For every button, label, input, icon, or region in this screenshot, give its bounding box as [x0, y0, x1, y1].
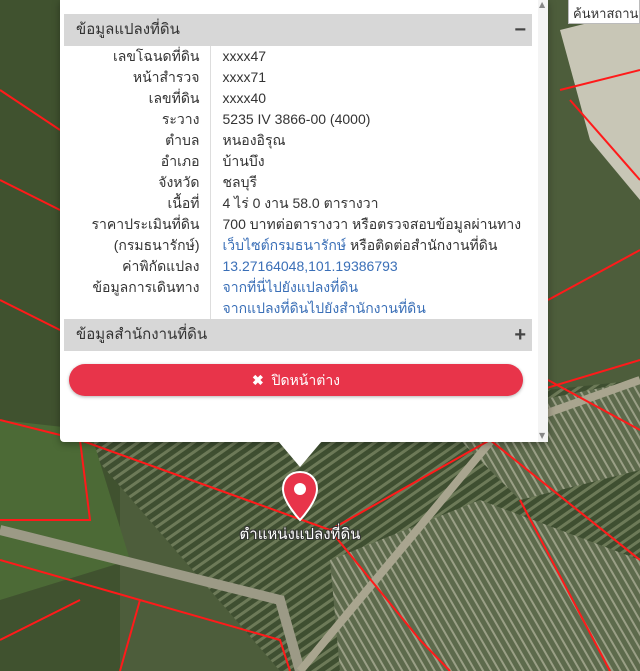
table-row: หน้าสำรวจ xxxx71 [64, 67, 532, 88]
table-row: จากแปลงที่ดินไปยังสำนักงานที่ดิน [64, 298, 532, 319]
location-pin-icon[interactable] [278, 470, 322, 522]
close-window-button[interactable]: ✖ ปิดหน้าต่าง [69, 364, 523, 396]
table-row: เลขโฉนดที่ดิน xxxx47 [64, 46, 532, 67]
close-icon: ✖ [251, 372, 264, 388]
expand-icon[interactable]: + [514, 319, 526, 351]
land-office-section-header[interactable]: ข้อมูลสำนักงานที่ดิน + [64, 319, 532, 351]
table-row: ตำบล หนองอิรุณ [64, 130, 532, 151]
row-value: บ้านบึง [222, 153, 265, 169]
row-label: เลขโฉนดที่ดิน [64, 46, 211, 67]
table-row: เลขที่ดิน xxxx40 [64, 88, 532, 109]
table-row: ระวาง 5235 IV 3866-00 (4000) [64, 109, 532, 130]
table-row: จังหวัด ชลบุรี [64, 172, 532, 193]
directions-to-parcel-link[interactable]: จากที่นี่ไปยังแปลงที่ดิน [210, 277, 532, 298]
table-row: ราคาประเมินที่ดิน 700 บาทต่อตารางวา หรือต… [64, 214, 532, 235]
search-input[interactable]: ค้นหาสถานที่ [568, 0, 640, 24]
table-row: (กรมธนารักษ์) เว็บไซต์กรมธนารักษ์ หรือติด… [64, 235, 532, 256]
row-label: ตำบล [64, 130, 211, 151]
dept-label: (กรมธนารักษ์) [64, 235, 211, 256]
land-info-section-title: ข้อมูลแปลงที่ดิน [76, 21, 180, 38]
land-info-table: เลขโฉนดที่ดิน xxxx47 หน้าสำรวจ xxxx71 เลขท… [64, 46, 532, 319]
parcel-info-popup: ข้อมูลแปลงที่ดิน − เลขโฉนดที่ดิน xxxx47 ห… [60, 0, 548, 442]
land-office-section-title: ข้อมูลสำนักงานที่ดิน [76, 326, 208, 343]
row-value: ชลบุรี [222, 174, 258, 190]
scroll-down-icon[interactable]: ▼ [539, 431, 545, 440]
row-value: 5235 IV 3866-00 (4000) [222, 111, 371, 127]
table-row: อำเภอ บ้านบึง [64, 151, 532, 172]
land-info-section-header[interactable]: ข้อมูลแปลงที่ดิน − [64, 14, 532, 46]
row-label: หน้าสำรวจ [64, 67, 211, 88]
row-value: xxxx40 [222, 90, 267, 106]
table-row: ข้อมูลการเดินทาง จากที่นี่ไปยังแปลงที่ดิน [64, 277, 532, 298]
row-label: อำเภอ [64, 151, 211, 172]
close-window-label: ปิดหน้าต่าง [271, 372, 341, 388]
table-row: เนื้อที่ 4 ไร่ 0 งาน 58.0 ตารางวา [64, 193, 532, 214]
travel-label-empty [64, 298, 211, 319]
travel-label: ข้อมูลการเดินทาง [64, 277, 211, 298]
treasury-website-link[interactable]: เว็บไซต์กรมธนารักษ์ [223, 237, 347, 253]
row-value: 4 ไร่ 0 งาน 58.0 ตารางวา [222, 195, 379, 211]
row-label: เลขที่ดิน [64, 88, 211, 109]
row-label: เนื้อที่ [64, 193, 211, 214]
marker-label: ตำแหน่งแปลงที่ดิน [239, 526, 361, 543]
price-value: 700 บาทต่อตารางวา หรือตรวจสอบข้อมูลผ่านท… [222, 216, 522, 232]
coordinates-link[interactable]: 13.27164048,101.19386793 [210, 256, 532, 277]
row-value: xxxx47 [222, 48, 267, 64]
row-value: หนองอิรุณ [222, 132, 286, 148]
coord-label: ค่าพิกัดแปลง [64, 256, 211, 277]
row-label: จังหวัด [64, 172, 211, 193]
popup-pointer [278, 441, 322, 467]
directions-to-office-link[interactable]: จากแปลงที่ดินไปยังสำนักงานที่ดิน [210, 298, 532, 319]
collapse-icon[interactable]: − [514, 14, 526, 46]
scroll-up-icon[interactable]: ▲ [539, 0, 545, 9]
dept-value: เว็บไซต์กรมธนารักษ์ หรือติดต่อสำนักงานที… [210, 235, 532, 256]
row-label: ระวาง [64, 109, 211, 130]
price-label: ราคาประเมินที่ดิน [64, 214, 211, 235]
popup-scrollbar[interactable]: ▲ ▼ [538, 0, 548, 442]
dept-suffix: หรือติดต่อสำนักงานที่ดิน [346, 237, 498, 253]
popup-panel: ข้อมูลแปลงที่ดิน − เลขโฉนดที่ดิน xxxx47 ห… [60, 0, 538, 442]
table-row: ค่าพิกัดแปลง 13.27164048,101.19386793 [64, 256, 532, 277]
row-value: xxxx71 [222, 69, 267, 85]
